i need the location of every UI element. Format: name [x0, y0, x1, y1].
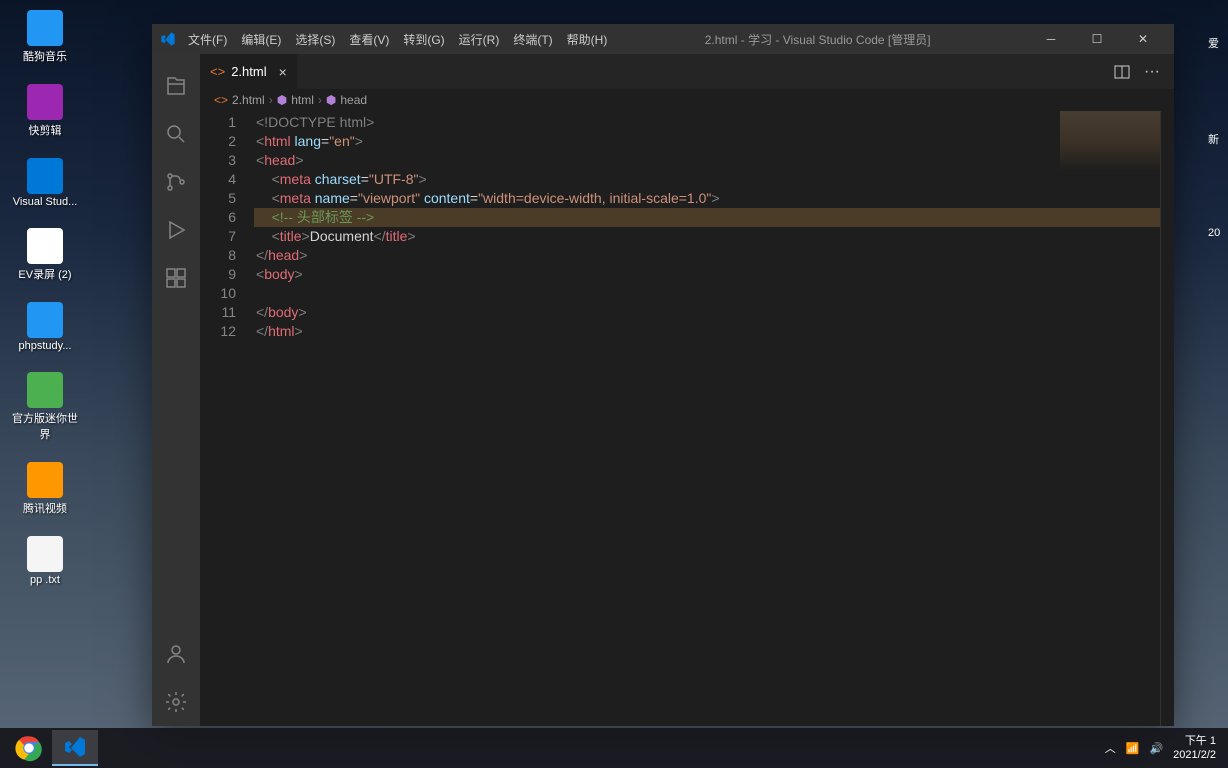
code-line[interactable]: <!DOCTYPE html> — [254, 113, 1174, 132]
editor-actions: ··· — [1114, 54, 1174, 89]
code-line[interactable]: </head> — [254, 246, 1174, 265]
vscode-window: 文件(F) 编辑(E) 选择(S) 查看(V) 转到(G) 运行(R) 终端(T) 帮助(H)… — [152, 24, 1174, 726]
shortcut-label: pp .txt — [30, 574, 60, 586]
shortcut-label: 快剪辑 — [29, 122, 62, 138]
tab-label: 2.html — [231, 64, 266, 79]
app-icon — [27, 228, 63, 264]
app-icon — [27, 462, 63, 498]
menu-item[interactable]: 运行(R) — [459, 31, 500, 48]
scrollbar[interactable] — [1160, 111, 1174, 726]
breadcrumb-item[interactable]: head — [340, 93, 367, 107]
shortcut-label: 酷狗音乐 — [23, 48, 67, 64]
tray-chevron-icon[interactable]: ︿ — [1105, 740, 1116, 756]
desktop-icons: 酷狗音乐快剪辑 Visual Stud... EV录屏 (2) phpstudy...… — [10, 10, 80, 586]
desktop-shortcut[interactable]: 腾讯视频 — [10, 462, 80, 516]
code-line[interactable]: <meta name="viewport" content="width=dev… — [254, 189, 1174, 208]
line-numbers: 123456789101112 — [200, 111, 254, 726]
vscode-logo-icon — [160, 31, 176, 47]
extensions-icon[interactable] — [152, 254, 200, 302]
app-icon — [27, 536, 63, 572]
code-line[interactable]: </html> — [254, 322, 1174, 341]
html-file-icon: <> — [210, 64, 225, 79]
code-line[interactable] — [254, 284, 1174, 303]
taskbar-clock[interactable]: 下午 1 2021/2/2 — [1173, 734, 1216, 762]
tab-2html[interactable]: <> 2.html × — [200, 54, 298, 89]
code-line[interactable]: <title>Document</title> — [254, 227, 1174, 246]
menu-item[interactable]: 文件(F) — [188, 31, 227, 48]
titlebar[interactable]: 文件(F) 编辑(E) 选择(S) 查看(V) 转到(G) 运行(R) 终端(T) 帮助(H)… — [152, 24, 1174, 54]
minimap[interactable] — [1060, 111, 1160, 171]
split-editor-icon[interactable] — [1114, 64, 1130, 80]
more-actions-icon[interactable]: ··· — [1144, 63, 1160, 81]
menu-item[interactable]: 查看(V) — [349, 31, 389, 48]
app-icon — [27, 302, 63, 338]
code-line[interactable]: </body> — [254, 303, 1174, 322]
breadcrumb-item[interactable]: 2.html — [232, 93, 265, 107]
shortcut-label: 官方版迷你世界 — [10, 410, 80, 442]
run-debug-icon[interactable] — [152, 206, 200, 254]
element-icon: ⬢ — [326, 93, 336, 107]
close-tab-icon[interactable]: × — [279, 64, 287, 80]
breadcrumb[interactable]: <> 2.html › ⬢ html › ⬢ head — [200, 89, 1174, 111]
menu-item[interactable]: 终端(T) — [513, 31, 552, 48]
element-icon: ⬢ — [277, 93, 287, 107]
clock-time: 下午 1 — [1173, 734, 1216, 748]
menu-item[interactable]: 编辑(E) — [241, 31, 281, 48]
desktop-shortcut[interactable]: 快剪辑 — [10, 84, 80, 138]
close-button[interactable]: ✕ — [1120, 24, 1166, 54]
app-icon — [27, 158, 63, 194]
explorer-icon[interactable] — [152, 62, 200, 110]
editor-area: <> 2.html × ··· <> 2.html › ⬢ html › ⬢ h… — [200, 54, 1174, 726]
app-icon — [27, 372, 63, 408]
desktop-shortcut[interactable]: 官方版迷你世界 — [10, 372, 80, 442]
desktop-shortcut[interactable]: Visual Stud... — [10, 158, 80, 208]
desktop-shortcut[interactable]: pp .txt — [10, 536, 80, 586]
code-line[interactable]: <html lang="en"> — [254, 132, 1174, 151]
clock-date: 2021/2/2 — [1173, 748, 1216, 762]
code-line[interactable]: <!-- 头部标签 --> — [254, 208, 1174, 227]
partial-label: 爱 — [1208, 35, 1228, 51]
shortcut-label: EV录屏 (2) — [18, 266, 71, 282]
settings-icon[interactable] — [152, 678, 200, 726]
maximize-button[interactable]: ☐ — [1074, 24, 1120, 54]
desktop-shortcut[interactable]: 酷狗音乐 — [10, 10, 80, 64]
minimize-button[interactable]: ─ — [1028, 24, 1074, 54]
code-line[interactable]: <head> — [254, 151, 1174, 170]
menu-item[interactable]: 转到(G) — [403, 31, 444, 48]
source-control-icon[interactable] — [152, 158, 200, 206]
tabs-bar: <> 2.html × ··· — [200, 54, 1174, 89]
partial-label: 20 — [1208, 227, 1228, 239]
menu-item[interactable]: 帮助(H) — [567, 31, 608, 48]
window-title: 2.html - 学习 - Visual Studio Code [管理员] — [607, 31, 1028, 48]
app-icon — [27, 10, 63, 46]
html-file-icon: <> — [214, 93, 228, 107]
network-icon[interactable]: 📶 — [1126, 742, 1140, 755]
system-tray: ︿ 📶 🔊 下午 1 2021/2/2 — [1105, 734, 1222, 762]
activity-bar — [152, 54, 200, 726]
volume-icon[interactable]: 🔊 — [1149, 742, 1163, 755]
code-line[interactable]: <body> — [254, 265, 1174, 284]
code-line[interactable]: <meta charset="UTF-8"> — [254, 170, 1174, 189]
taskbar-vscode[interactable] — [52, 730, 98, 766]
code-editor[interactable]: 123456789101112 <!DOCTYPE html><html lan… — [200, 111, 1174, 726]
taskbar-chrome[interactable] — [6, 730, 52, 766]
shortcut-label: phpstudy... — [19, 340, 72, 352]
windows-taskbar: ︿ 📶 🔊 下午 1 2021/2/2 — [0, 728, 1228, 768]
desktop-right-partial: 爱新 20 — [1208, 35, 1228, 239]
desktop-shortcut[interactable]: EV录屏 (2) — [10, 228, 80, 282]
search-icon[interactable] — [152, 110, 200, 158]
code-content[interactable]: <!DOCTYPE html><html lang="en"><head> <m… — [254, 111, 1174, 726]
shortcut-label: Visual Stud... — [13, 196, 78, 208]
account-icon[interactable] — [152, 630, 200, 678]
breadcrumb-item[interactable]: html — [291, 93, 314, 107]
desktop-shortcut[interactable]: phpstudy... — [10, 302, 80, 352]
app-icon — [27, 84, 63, 120]
shortcut-label: 腾讯视频 — [23, 500, 67, 516]
partial-label: 新 — [1208, 131, 1228, 147]
window-controls: ─ ☐ ✕ — [1028, 24, 1166, 54]
menu-bar: 文件(F) 编辑(E) 选择(S) 查看(V) 转到(G) 运行(R) 终端(T) 帮助(H) — [188, 31, 607, 48]
menu-item[interactable]: 选择(S) — [295, 31, 335, 48]
